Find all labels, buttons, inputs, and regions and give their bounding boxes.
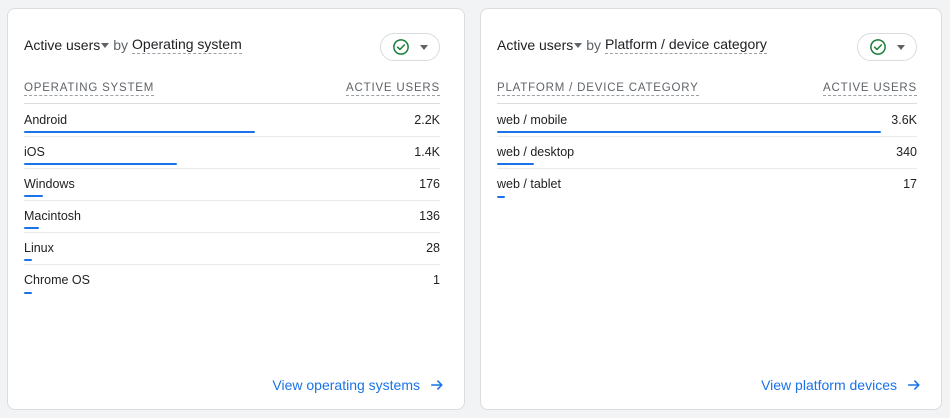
- check-circle-icon: [393, 39, 409, 55]
- row-value: 28: [426, 241, 440, 255]
- table-header: PLATFORM / DEVICE CATEGORY ACTIVE USERS: [497, 80, 917, 104]
- metric-dropdown-icon[interactable]: [574, 42, 583, 48]
- share-bar: [24, 292, 33, 294]
- platform-card-header: Active users by Platform / device catego…: [497, 33, 917, 65]
- chevron-down-icon: [897, 44, 905, 50]
- os-card-header: Active users by Operating system: [24, 33, 440, 65]
- os-card: Active users by Operating system OPERATI…: [7, 8, 465, 410]
- row-value: 2.2K: [414, 113, 440, 127]
- os-table-body: Android 2.2K iOS 1.4K Windows 176 Macint…: [24, 105, 440, 297]
- share-bar: [24, 131, 255, 133]
- row-value: 3.6K: [891, 113, 917, 127]
- row-label: web / desktop: [497, 145, 575, 159]
- column-header-operating-system[interactable]: OPERATING SYSTEM: [24, 82, 155, 96]
- column-header-platform-device-category[interactable]: PLATFORM / DEVICE CATEGORY: [497, 82, 699, 96]
- share-bar: [497, 163, 534, 165]
- share-bar: [24, 163, 178, 165]
- status-button[interactable]: [857, 33, 917, 61]
- row-value: 17: [903, 177, 917, 191]
- row-label: web / tablet: [497, 177, 561, 191]
- dimension-selector[interactable]: Operating system: [132, 36, 242, 54]
- arrow-right-icon: [430, 380, 443, 390]
- table-row: Linux 28: [24, 233, 440, 265]
- share-bar: [497, 196, 506, 198]
- table-row: iOS 1.4K: [24, 137, 440, 169]
- row-value: 1: [433, 273, 440, 287]
- row-value: 176: [419, 177, 440, 191]
- table-row: Macintosh 136: [24, 201, 440, 233]
- table-row: web / tablet 17: [497, 169, 917, 201]
- by-label: by: [586, 37, 602, 53]
- row-value: 1.4K: [414, 145, 440, 159]
- column-header-active-users[interactable]: ACTIVE USERS: [823, 82, 917, 96]
- column-header-active-users[interactable]: ACTIVE USERS: [346, 82, 440, 96]
- row-value: 340: [896, 145, 917, 159]
- platform-card: Active users by Platform / device catego…: [480, 8, 942, 410]
- row-label: Chrome OS: [24, 273, 90, 287]
- metric-selector[interactable]: Active users: [497, 37, 573, 53]
- arrow-right-icon: [907, 380, 920, 390]
- table-row: Android 2.2K: [24, 105, 440, 137]
- row-label: Macintosh: [24, 209, 81, 223]
- row-label: Linux: [24, 241, 54, 255]
- chevron-down-icon: [420, 44, 428, 50]
- metric-selector[interactable]: Active users: [24, 37, 100, 53]
- row-label: iOS: [24, 145, 45, 159]
- table-row: web / mobile 3.6K: [497, 105, 917, 137]
- platform-card-title: Active users by Platform / device catego…: [497, 36, 767, 54]
- table-row: Windows 176: [24, 169, 440, 201]
- share-bar: [24, 259, 33, 261]
- check-circle-icon: [870, 39, 886, 55]
- platform-table-body: web / mobile 3.6K web / desktop 340 web …: [497, 105, 917, 201]
- row-label: web / mobile: [497, 113, 568, 127]
- row-value: 136: [419, 209, 440, 223]
- by-label: by: [113, 37, 129, 53]
- status-button[interactable]: [380, 33, 440, 61]
- link-label: View operating systems: [272, 377, 420, 393]
- share-bar: [497, 131, 882, 133]
- os-card-title: Active users by Operating system: [24, 36, 242, 54]
- table-row: Chrome OS 1: [24, 265, 440, 297]
- row-label: Android: [24, 113, 68, 127]
- metric-dropdown-icon[interactable]: [101, 42, 110, 48]
- table-header: OPERATING SYSTEM ACTIVE USERS: [24, 80, 440, 104]
- dimension-selector[interactable]: Platform / device category: [605, 36, 767, 54]
- share-bar: [24, 227, 39, 229]
- share-bar: [24, 195, 44, 197]
- link-label: View platform devices: [761, 377, 897, 393]
- table-row: web / desktop 340: [497, 137, 917, 169]
- view-platform-devices-link[interactable]: View platform devices: [761, 377, 921, 393]
- view-operating-systems-link[interactable]: View operating systems: [272, 377, 444, 393]
- row-label: Windows: [24, 177, 75, 191]
